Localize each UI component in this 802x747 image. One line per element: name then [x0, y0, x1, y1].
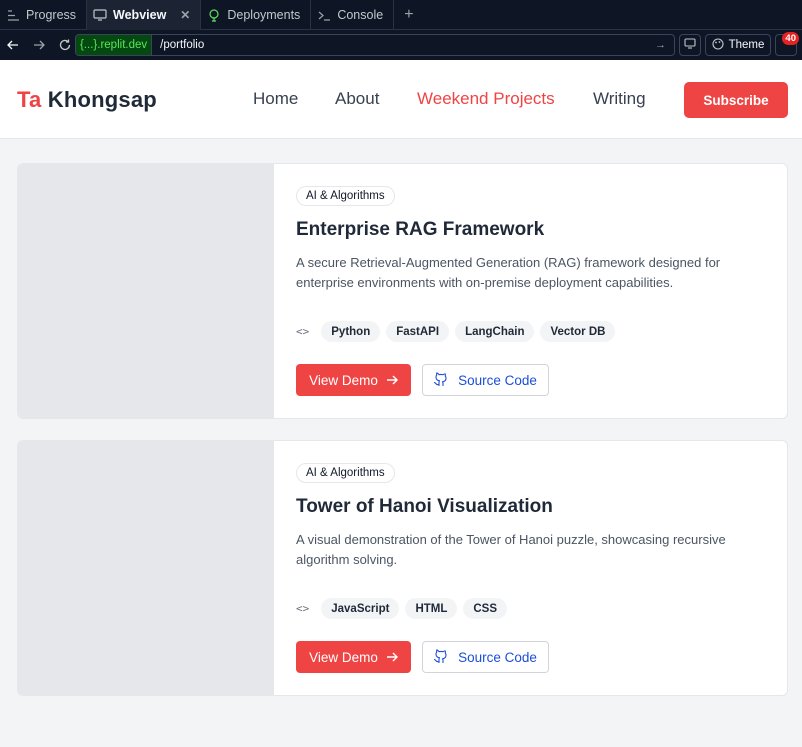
brand-last-name: Khongsap — [47, 87, 157, 112]
close-icon[interactable]: ✕ — [180, 8, 190, 22]
nav-writing[interactable]: Writing — [593, 89, 646, 109]
tab-label: Webview — [113, 8, 167, 22]
url-path: /portfolio — [160, 39, 205, 51]
palette-icon — [712, 37, 724, 53]
tech-tags: <> Python FastAPI LangChain Vector DB — [296, 321, 616, 342]
terminal-icon — [317, 8, 331, 22]
tech-tag: CSS — [463, 598, 508, 619]
project-title: Enterprise RAG Framework — [296, 219, 545, 240]
view-demo-label: View Demo — [309, 649, 378, 665]
tab-label: Deployments — [227, 8, 301, 22]
view-demo-label: View Demo — [309, 372, 378, 388]
theme-button[interactable]: Theme — [705, 34, 771, 56]
nav-weekend-projects[interactable]: Weekend Projects — [417, 89, 555, 109]
theme-label: Theme — [728, 39, 765, 51]
monitor-icon — [684, 36, 696, 54]
nav-home[interactable]: Home — [253, 89, 298, 109]
category-badge: AI & Algorithms — [296, 463, 395, 483]
tech-tag: LangChain — [455, 321, 535, 342]
brand-first-name: Ta — [17, 87, 42, 112]
tab-label: Console — [337, 8, 384, 22]
tab-webview[interactable]: Webview ✕ — [87, 0, 202, 30]
tab-progress[interactable]: Progress — [0, 0, 88, 30]
project-description: A secure Retrieval-Augmented Generation … — [296, 255, 721, 290]
plus-icon: + — [404, 6, 414, 23]
source-code-button[interactable]: Source Code — [422, 641, 549, 673]
arrow-right-icon — [386, 373, 398, 388]
webview-url-bar: {...}.replit.dev /portfolio → Theme 40 — [0, 30, 802, 60]
code-icon: <> — [296, 325, 310, 338]
devtools-button[interactable] — [679, 34, 701, 56]
github-icon — [434, 648, 448, 666]
site-logo[interactable]: Ta Khongsap — [17, 87, 157, 113]
tech-tag: HTML — [405, 598, 458, 619]
notification-badge: 40 — [782, 32, 799, 45]
notifications-button[interactable]: 40 — [775, 32, 799, 56]
project-card: AI & Algorithms Enterprise RAG Framework… — [17, 163, 788, 419]
url-input[interactable]: {...}.replit.dev /portfolio → — [75, 34, 675, 56]
tech-tag: FastAPI — [386, 321, 450, 342]
tech-tag: Vector DB — [540, 321, 616, 342]
source-code-label: Source Code — [458, 649, 537, 665]
back-arrow-icon[interactable] — [0, 30, 26, 60]
workspace-tab-bar: Progress Webview ✕ Deployments Console + — [0, 0, 802, 30]
tech-tags: <> JavaScript HTML CSS — [296, 598, 508, 619]
project-body: AI & Algorithms Enterprise RAG Framework… — [296, 164, 767, 418]
go-arrow-icon[interactable]: → — [655, 39, 674, 51]
arrow-right-icon — [386, 650, 398, 665]
project-body: AI & Algorithms Tower of Hanoi Visualiza… — [296, 441, 767, 695]
tab-deployments[interactable]: Deployments — [201, 0, 312, 30]
monitor-icon — [93, 8, 107, 22]
tab-console[interactable]: Console — [311, 0, 395, 30]
source-code-button[interactable]: Source Code — [422, 364, 549, 396]
new-tab-button[interactable]: + — [394, 0, 423, 30]
view-demo-button[interactable]: View Demo — [296, 641, 411, 673]
code-icon: <> — [296, 602, 310, 615]
project-card: AI & Algorithms Tower of Hanoi Visualiza… — [17, 440, 788, 696]
tech-tag: JavaScript — [321, 598, 400, 619]
github-icon — [434, 371, 448, 389]
deployments-icon — [207, 8, 221, 22]
project-description: A visual demonstration of the Tower of H… — [296, 532, 726, 567]
view-demo-button[interactable]: View Demo — [296, 364, 411, 396]
project-title: Tower of Hanoi Visualization — [296, 496, 553, 517]
url-host: {...}.replit.dev — [76, 35, 153, 55]
tab-label: Progress — [26, 8, 77, 22]
site-header: Ta Khongsap Home About Weekend Projects … — [0, 60, 802, 139]
project-image-placeholder — [18, 164, 274, 418]
source-code-label: Source Code — [458, 372, 537, 388]
progress-icon — [6, 8, 20, 22]
project-image-placeholder — [18, 441, 274, 695]
nav-about[interactable]: About — [335, 89, 379, 109]
subscribe-button[interactable]: Subscribe — [684, 82, 788, 118]
tech-tag: Python — [321, 321, 381, 342]
forward-arrow-icon[interactable] — [26, 30, 52, 60]
category-badge: AI & Algorithms — [296, 186, 395, 206]
